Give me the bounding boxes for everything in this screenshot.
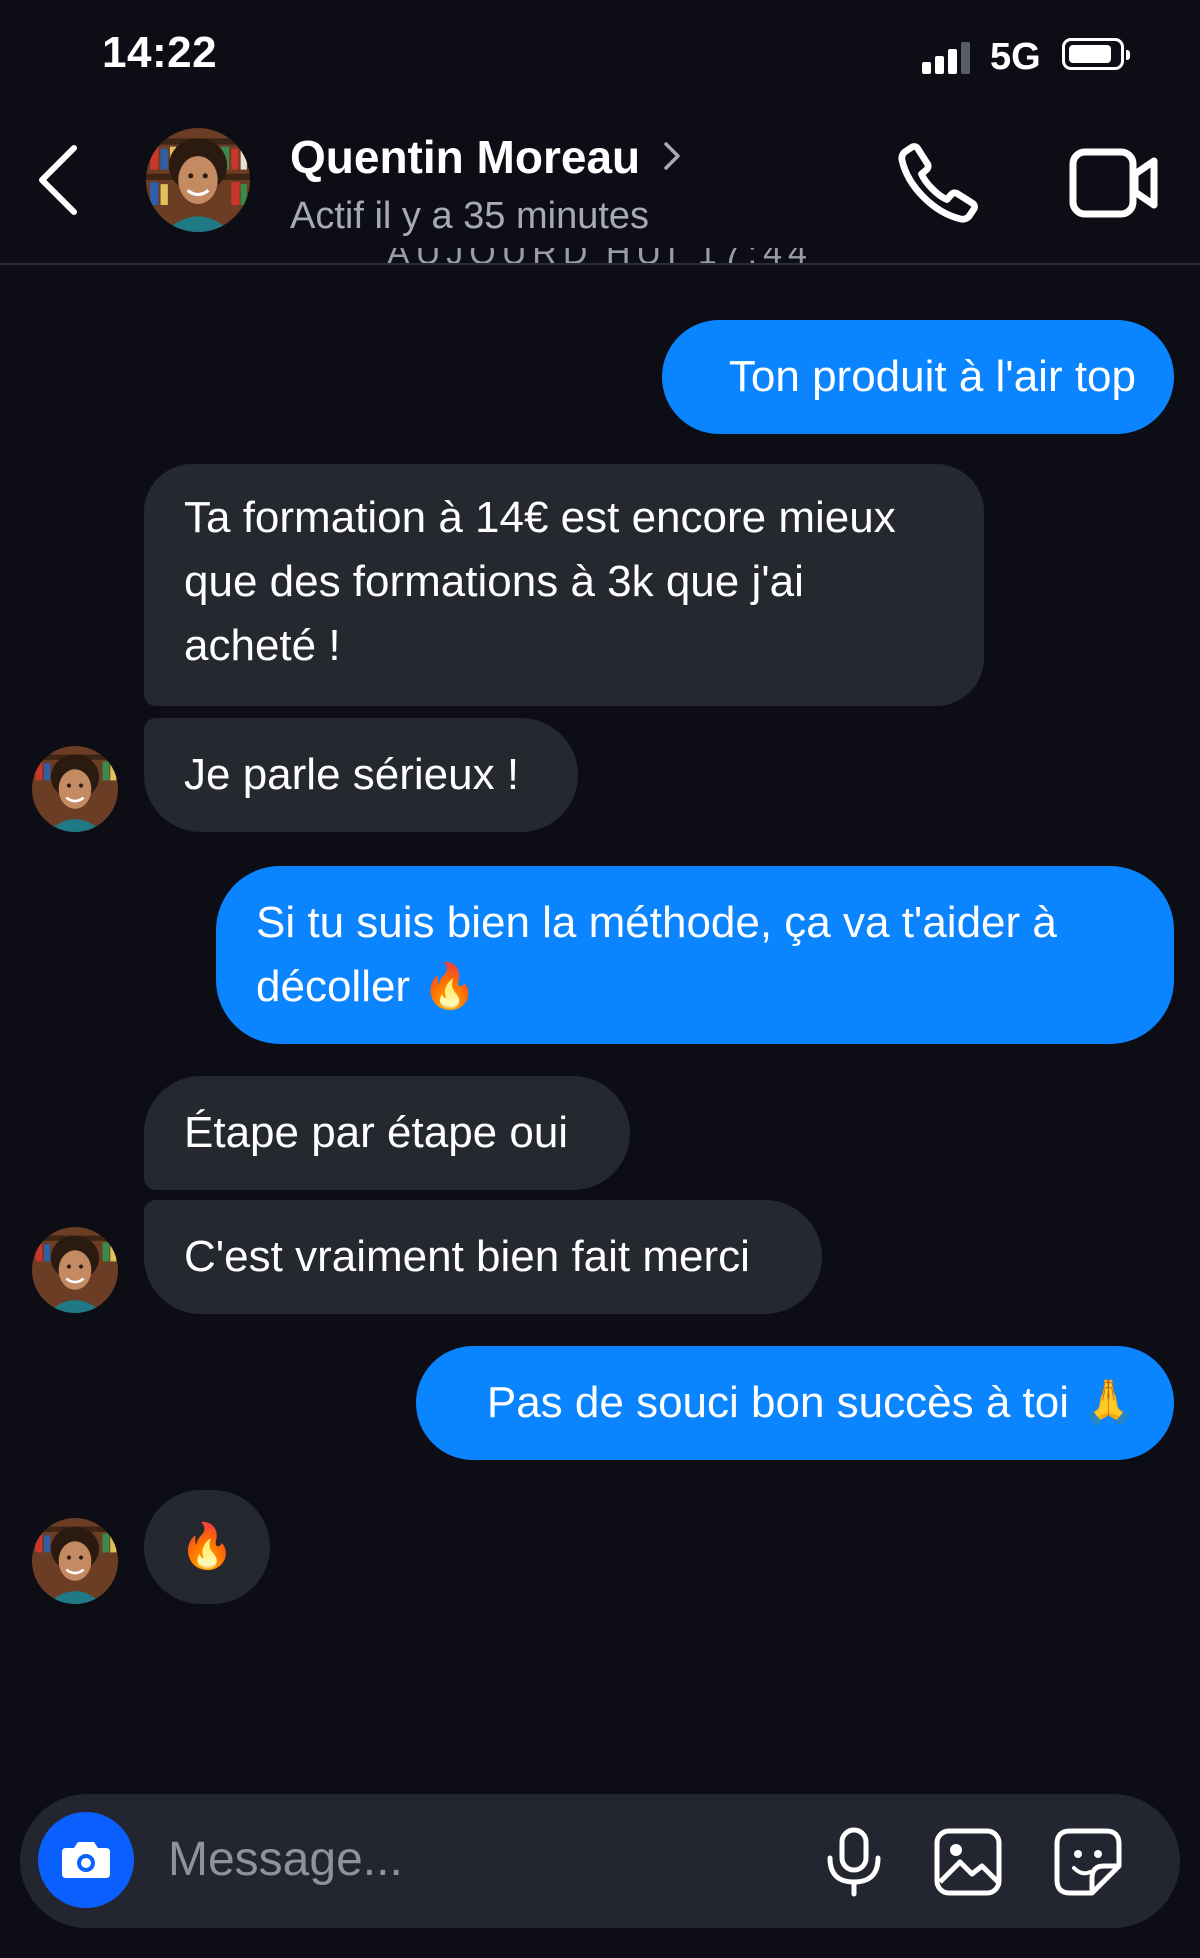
contact-avatar[interactable] <box>146 128 250 232</box>
gallery-button[interactable] <box>932 1826 1004 1898</box>
contact-status: Actif il y a 35 minutes <box>290 195 650 237</box>
network-type: 5G <box>990 36 1041 78</box>
signal-icon <box>922 40 972 74</box>
contact-name[interactable]: Quentin Moreau <box>290 130 640 184</box>
camera-button[interactable] <box>38 1812 134 1908</box>
date-separator: AUJOURD'HUI 17:44 <box>387 248 813 272</box>
message-received[interactable]: C'est vraiment bien fait merci <box>144 1200 822 1314</box>
message-received[interactable]: Je parle sérieux ! <box>144 718 578 832</box>
phone-icon <box>898 143 978 223</box>
contact-avatar-small[interactable] <box>32 1227 118 1313</box>
message-sent[interactable]: Si tu suis bien la méthode, ça va t'aide… <box>216 866 1174 1044</box>
sticker-icon <box>1054 1828 1122 1896</box>
battery-icon <box>1062 38 1130 70</box>
contact-avatar-small[interactable] <box>32 746 118 832</box>
header-divider <box>0 263 1200 265</box>
image-icon <box>934 1828 1002 1896</box>
sticker-button[interactable] <box>1052 1826 1124 1898</box>
back-button[interactable] <box>30 140 90 220</box>
microphone-icon <box>827 1827 881 1897</box>
status-time: 14:22 <box>102 28 218 77</box>
chevron-right-icon[interactable] <box>660 138 684 174</box>
message-received[interactable]: Ta formation à 14€ est encore mieux que … <box>144 464 984 706</box>
call-button[interactable] <box>893 138 983 228</box>
message-received[interactable]: Étape par étape oui <box>144 1076 630 1190</box>
message-input[interactable]: Message... <box>168 1832 403 1887</box>
message-sent[interactable]: Pas de souci bon succès à toi 🙏 <box>416 1346 1174 1460</box>
message-sent[interactable]: Ton produit à l'air top <box>662 320 1174 434</box>
contact-avatar-small[interactable] <box>32 1518 118 1604</box>
video-call-button[interactable] <box>1068 144 1160 222</box>
message-received-emoji[interactable]: 🔥 <box>144 1490 270 1604</box>
video-camera-icon <box>1069 148 1158 218</box>
microphone-button[interactable] <box>822 1826 886 1898</box>
camera-icon <box>62 1842 110 1878</box>
chevron-left-icon <box>39 145 77 215</box>
